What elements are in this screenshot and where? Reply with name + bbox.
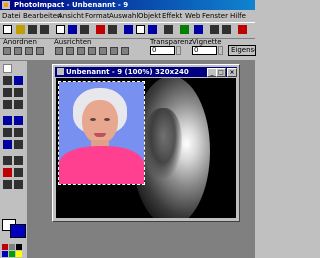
quick-palette <box>2 244 26 257</box>
portrait-eye <box>90 118 96 121</box>
palette-swatch[interactable] <box>16 251 22 257</box>
close-button[interactable]: × <box>227 68 237 77</box>
crop-tool-icon[interactable] <box>3 100 12 109</box>
align-right-icon[interactable] <box>77 47 85 55</box>
send-to-back-icon[interactable] <box>36 47 44 55</box>
airbrush-tool-icon[interactable] <box>14 116 23 125</box>
align-top-icon[interactable] <box>88 47 96 55</box>
magic-wand-tool-icon[interactable] <box>3 88 12 97</box>
document-window: Unbenannt - 9 (100%) 320x240 _ □ × <box>52 64 240 222</box>
menu-web[interactable]: Web <box>185 11 200 21</box>
maximize-button[interactable]: □ <box>216 68 226 77</box>
portrait-shirt <box>59 146 144 184</box>
eigenschaften-button[interactable]: Eigenschaften <box>228 45 256 56</box>
redo-icon[interactable] <box>108 25 117 34</box>
menu-bearbeiten[interactable]: Bearbeiten <box>23 11 61 21</box>
path-tool-icon[interactable] <box>3 156 12 165</box>
retouch-tool-icon[interactable] <box>3 140 12 149</box>
document-title-bar[interactable]: Unbenannt - 9 (100%) 320x240 _ □ × <box>55 67 237 77</box>
anordnen-label: Anordnen <box>3 38 37 46</box>
duplicate-icon[interactable] <box>136 25 145 34</box>
vignette-label: Vignette <box>192 38 222 46</box>
menu-fenster[interactable]: Fenster <box>202 11 228 21</box>
web-icon[interactable] <box>180 25 189 34</box>
fill-tool-icon[interactable] <box>14 100 23 109</box>
portrait-face <box>82 100 118 144</box>
portrait-photo-object[interactable] <box>58 81 145 185</box>
palette-swatch[interactable] <box>9 251 15 257</box>
new-icon[interactable] <box>3 25 12 34</box>
ausrichten-label: Ausrichten <box>54 38 92 46</box>
align-distribute-icon[interactable] <box>121 47 129 55</box>
open-icon[interactable] <box>16 25 25 34</box>
bring-to-front-icon[interactable] <box>3 47 11 55</box>
zoom-out-icon[interactable] <box>222 25 231 34</box>
align-left-icon[interactable] <box>55 47 63 55</box>
brush-tool-icon[interactable] <box>3 116 12 125</box>
vignette-spinner[interactable] <box>218 46 223 55</box>
palette-swatch[interactable] <box>2 251 8 257</box>
portrait-eye <box>104 118 110 121</box>
save-icon[interactable] <box>28 25 37 34</box>
line-tool-icon[interactable] <box>14 156 23 165</box>
eyedropper-tool-icon[interactable] <box>14 168 23 177</box>
attribute-toolbar: Anordnen Ausrichten Transparenz 0 Vignet… <box>0 38 256 61</box>
palette-swatch[interactable] <box>9 244 15 250</box>
transform-tool-icon[interactable] <box>3 76 12 85</box>
undo-icon[interactable] <box>96 25 105 34</box>
menu-bar: Datei Bearbeiten Ansicht Format Auswahl … <box>0 11 255 21</box>
measure-tool-icon[interactable] <box>14 180 23 189</box>
menu-format[interactable]: Format <box>85 11 110 21</box>
menu-ansicht[interactable]: Ansicht <box>58 11 84 21</box>
print-icon[interactable] <box>40 25 49 34</box>
transparenz-input[interactable]: 0 <box>150 46 175 55</box>
hand-tool-icon[interactable] <box>3 180 12 189</box>
photoimpact-app-icon[interactable] <box>2 1 10 9</box>
align-middle-icon[interactable] <box>99 47 107 55</box>
zoom-in-icon[interactable] <box>210 25 219 34</box>
stamp-tool-icon[interactable] <box>3 128 12 137</box>
standard-toolbar <box>0 22 255 39</box>
transparenz-label: Transparenz <box>150 38 193 46</box>
palette-swatch[interactable] <box>16 244 22 250</box>
align-bottom-icon[interactable] <box>110 47 118 55</box>
background-color-swatch[interactable] <box>10 224 26 238</box>
document-icon[interactable] <box>57 68 64 75</box>
zoom-tool-icon[interactable] <box>3 168 12 177</box>
document-title: Unbenannt - 9 (100%) 320x240 <box>66 68 189 76</box>
menu-auswahl[interactable]: Auswahl <box>109 11 138 21</box>
menu-datei[interactable]: Datei <box>2 11 21 21</box>
selection-tool-icon[interactable] <box>14 76 23 85</box>
vignette-input[interactable]: 0 <box>192 46 217 55</box>
menu-effekt[interactable]: Effekt <box>162 11 182 21</box>
transparenz-spinner[interactable] <box>176 46 181 55</box>
menu-hilfe[interactable]: Hilfe <box>230 11 246 21</box>
menu-objekt[interactable]: Objekt <box>138 11 161 21</box>
palette-swatch[interactable] <box>2 244 8 250</box>
clone-tool-icon[interactable] <box>14 140 23 149</box>
app-title: PhotoImpact - Unbenannt - 9 <box>14 1 129 9</box>
scissors-icon[interactable] <box>124 25 133 34</box>
app-title-bar: PhotoImpact - Unbenannt - 9 <box>0 0 255 10</box>
send-backward-icon[interactable] <box>25 47 33 55</box>
browser-icon[interactable] <box>194 25 203 34</box>
sphere-face-image <box>144 108 182 178</box>
paste-icon[interactable] <box>80 25 89 34</box>
help-icon[interactable] <box>238 25 247 34</box>
pick-tool-icon[interactable] <box>3 64 12 73</box>
copy-icon[interactable] <box>68 25 77 34</box>
refresh-icon[interactable] <box>164 25 173 34</box>
text-tool-icon[interactable] <box>14 88 23 97</box>
eraser-tool-icon[interactable] <box>14 128 23 137</box>
paste-as-object-icon[interactable] <box>148 25 157 34</box>
cut-icon[interactable] <box>56 25 65 34</box>
bring-forward-icon[interactable] <box>14 47 22 55</box>
image-canvas[interactable] <box>56 78 236 218</box>
align-center-icon[interactable] <box>66 47 74 55</box>
